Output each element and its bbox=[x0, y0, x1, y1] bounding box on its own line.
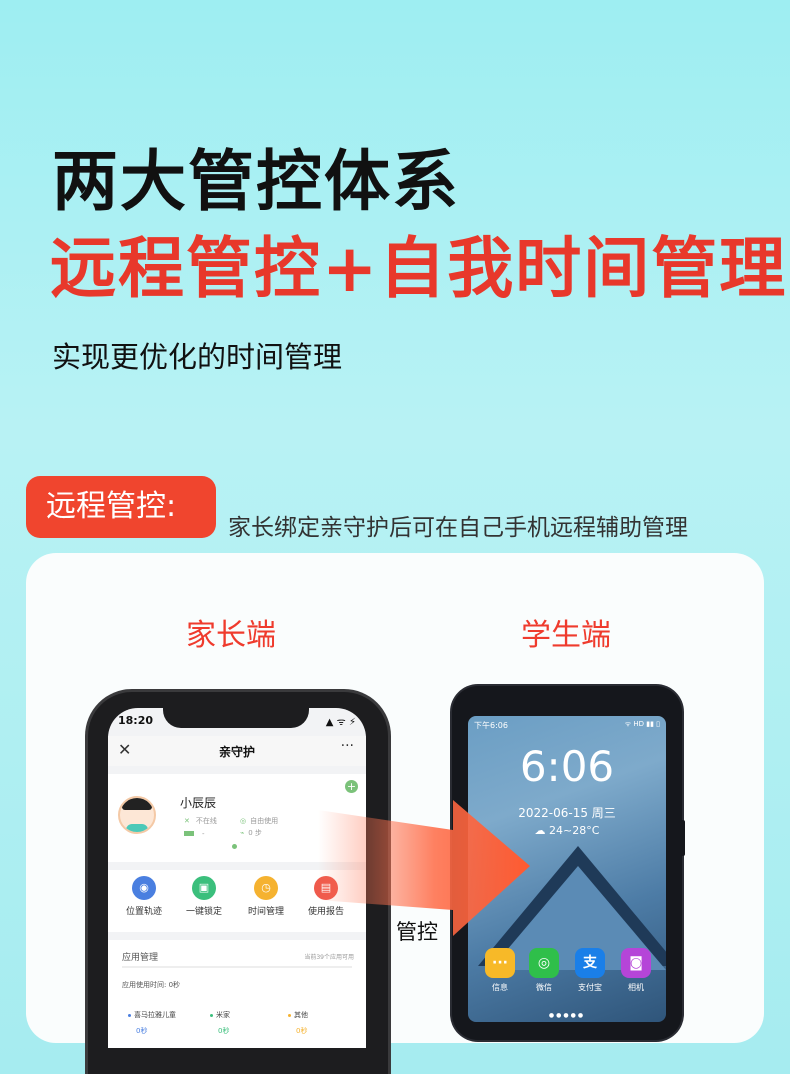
status-icons: ▲ ᯤ ⚡ bbox=[325, 717, 356, 728]
check-circle-icon: ◎ bbox=[240, 817, 247, 825]
apps-divider bbox=[122, 966, 352, 968]
app-messages[interactable]: ··· 信息 bbox=[482, 948, 518, 993]
legend-dot bbox=[288, 1013, 291, 1017]
wechat-icon: ◎ bbox=[529, 948, 559, 978]
student-phone-side-button bbox=[681, 820, 685, 856]
control-arrow-icon bbox=[318, 800, 530, 936]
app-value: 0秒 bbox=[218, 1027, 230, 1035]
camera-icon: ◙ bbox=[621, 948, 651, 978]
free-use-status: ◎ 自由使用 bbox=[240, 816, 278, 826]
headline-sub: 实现更优化的时间管理 bbox=[52, 340, 343, 374]
remote-description: 家长绑定亲守护后可在自己手机远程辅助管理 bbox=[228, 515, 688, 541]
offline-text: 不在线 bbox=[195, 817, 217, 825]
headline-line2: 远程管控+自我时间管理 bbox=[50, 230, 788, 307]
battery-text: - bbox=[202, 830, 205, 838]
add-device-button[interactable]: + bbox=[345, 780, 358, 793]
lock-clock: 6:06 bbox=[519, 742, 615, 791]
legend-dot bbox=[128, 1013, 131, 1017]
apps-count[interactable]: 当前39个应用可用 bbox=[304, 952, 354, 961]
action-label: 时间管理 bbox=[247, 907, 284, 917]
avatar-hair bbox=[122, 798, 152, 810]
control-label: 管控 bbox=[396, 920, 438, 944]
status-time: 下午6:06 bbox=[474, 721, 508, 730]
headline-line1: 两大管控体系 bbox=[52, 143, 460, 220]
app-label: 支付宝 bbox=[578, 983, 602, 992]
action-time-management[interactable]: ◷ 时间管理 bbox=[236, 876, 296, 917]
shoe-icon: ⌁ bbox=[240, 829, 245, 837]
app-name: 喜马拉雅儿童 bbox=[134, 1011, 176, 1019]
page-dots: ●●●●● bbox=[548, 1012, 586, 1019]
nav-title: 亲守护 bbox=[218, 745, 255, 759]
page-indicator-dot bbox=[232, 844, 237, 849]
messages-icon: ··· bbox=[485, 948, 515, 978]
battery-icon bbox=[184, 831, 194, 836]
child-name: 小辰辰 bbox=[180, 796, 217, 810]
location-pin-icon: ◉ bbox=[132, 876, 156, 900]
app-camera[interactable]: ◙ 相机 bbox=[618, 948, 654, 993]
steps-text: 0 步 bbox=[248, 829, 262, 837]
avatar-shirt bbox=[126, 824, 148, 832]
lock-icon: ▣ bbox=[192, 876, 216, 900]
student-label: 学生端 bbox=[521, 618, 611, 653]
app-management-panel: 应用管理 当前39个应用可用 应用使用时间: 0秒 喜马拉雅儿童 0秒 米家 0… bbox=[108, 940, 366, 1048]
nav-bar: ✕ 亲守护 ··· bbox=[108, 736, 366, 766]
app-label: 信息 bbox=[492, 983, 508, 992]
offline-status: ✕ 不在线 bbox=[184, 816, 217, 826]
action-one-click-lock[interactable]: ▣ 一键锁定 bbox=[174, 876, 234, 917]
app-value: 0秒 bbox=[296, 1027, 308, 1035]
app-wechat[interactable]: ◎ 微信 bbox=[526, 948, 562, 993]
battery-status: - bbox=[184, 830, 205, 838]
clock-icon: ◷ bbox=[254, 876, 278, 900]
app-label: 相机 bbox=[628, 983, 644, 992]
status-time: 18:20 bbox=[118, 714, 154, 727]
action-label: 位置轨迹 bbox=[125, 907, 162, 917]
free-use-text: 自由使用 bbox=[250, 817, 279, 825]
legend-dot bbox=[210, 1013, 213, 1017]
remote-badge: 远程管控: bbox=[26, 476, 216, 538]
status-icons: ᯤ HD ▮▮ ▯ bbox=[624, 720, 660, 728]
app-name: 其他 bbox=[294, 1011, 308, 1019]
apps-title: 应用管理 bbox=[122, 953, 159, 963]
phone-notch bbox=[163, 700, 309, 728]
avatar bbox=[118, 796, 156, 834]
app-alipay[interactable]: 支 支付宝 bbox=[572, 948, 608, 993]
steps-status: ⌁ 0 步 bbox=[240, 828, 262, 838]
app-item[interactable]: 米家 0秒 bbox=[210, 1010, 230, 1036]
apps-usage-time: 应用使用时间: 0秒 bbox=[122, 981, 181, 989]
app-value: 0秒 bbox=[136, 1027, 148, 1035]
more-icon[interactable]: ··· bbox=[341, 738, 354, 754]
app-name: 米家 bbox=[216, 1011, 230, 1019]
action-label: 一键锁定 bbox=[185, 907, 222, 917]
offline-icon: ✕ bbox=[184, 817, 190, 825]
parent-label: 家长端 bbox=[186, 618, 276, 653]
app-item[interactable]: 其他 0秒 bbox=[288, 1010, 308, 1036]
app-item[interactable]: 喜马拉雅儿童 0秒 bbox=[128, 1010, 176, 1036]
alipay-icon: 支 bbox=[575, 948, 605, 978]
app-label: 微信 bbox=[536, 983, 552, 992]
action-location-track[interactable]: ◉ 位置轨迹 bbox=[114, 876, 174, 917]
